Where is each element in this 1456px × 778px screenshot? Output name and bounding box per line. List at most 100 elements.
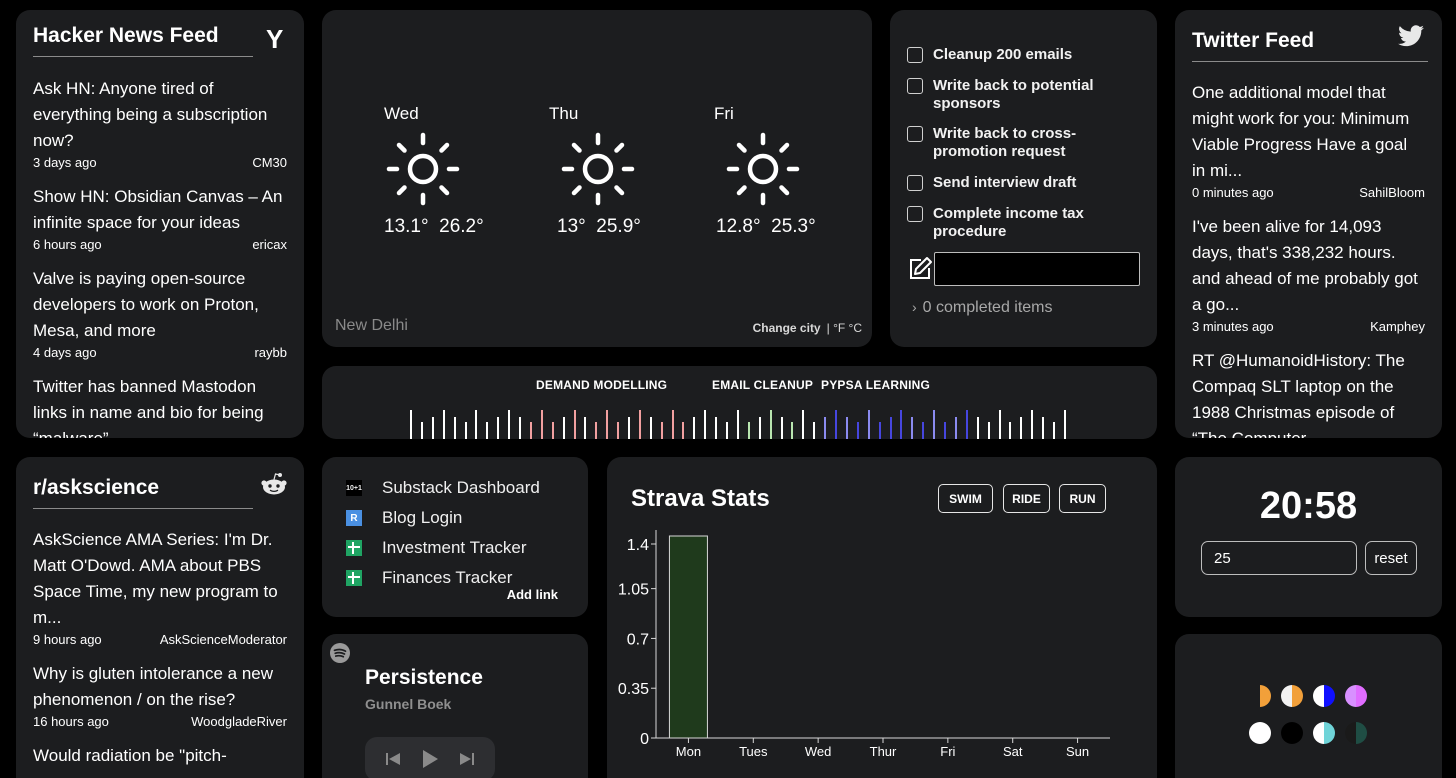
todo-item[interactable]: Write back to potential sponsors xyxy=(907,77,1113,113)
todo-input[interactable] xyxy=(934,252,1140,286)
x-tick-label: Tues xyxy=(739,744,768,759)
todo-checkbox[interactable] xyxy=(907,206,923,222)
sun-icon xyxy=(386,132,460,206)
hn-item-time: 4 days ago xyxy=(33,345,97,360)
timeline-tick xyxy=(726,422,728,439)
completed-toggle[interactable]: › 0 completed items xyxy=(912,299,1053,317)
timeline-tick xyxy=(1020,417,1022,439)
reset-button[interactable]: reset xyxy=(1365,541,1417,575)
timeline-tick xyxy=(606,410,608,439)
link-finances-tracker[interactable]: Finances Tracker xyxy=(346,568,512,588)
strava-card: Strava Stats SWIM RIDE RUN 0 0.35 0.7 1.05 1… xyxy=(607,457,1157,778)
y-tick-label: 1.05 xyxy=(618,582,649,599)
theme-swatch[interactable] xyxy=(1345,722,1367,744)
todo-checkbox[interactable] xyxy=(907,78,923,94)
timeline-tick xyxy=(650,417,652,439)
song-artist: Gunnel Boek xyxy=(365,696,452,712)
hn-item-title[interactable]: Valve is paying open-source developers t… xyxy=(33,266,287,344)
tweet-author: Kamphey xyxy=(1370,319,1425,334)
reddit-item[interactable]: Would radiation be "pitch- xyxy=(33,743,287,769)
tweet-item[interactable]: I've been alive for 14,093 days, that's … xyxy=(1192,214,1425,334)
timeline-tick xyxy=(486,422,488,439)
todo-checkbox[interactable] xyxy=(907,175,923,191)
reddit-item-title[interactable]: Why is gluten intolerance a new phenomen… xyxy=(33,661,287,713)
timeline-tick xyxy=(933,410,935,439)
timeline-tick xyxy=(759,417,761,439)
spotify-card: Persistence Gunnel Boek xyxy=(322,634,588,778)
twitter-bird-icon[interactable] xyxy=(1398,25,1424,47)
add-link-button[interactable]: Add link xyxy=(507,587,558,602)
link-blog-login[interactable]: R Blog Login xyxy=(346,508,462,528)
reddit-card: r/askscience AskScience AMA Series: I'm … xyxy=(16,457,304,778)
reddit-item[interactable]: Why is gluten intolerance a new phenomen… xyxy=(33,661,287,729)
timeline-tick xyxy=(748,422,750,439)
theme-swatch[interactable] xyxy=(1313,722,1335,744)
weather-day: Thu 13° 25.9° xyxy=(549,104,689,238)
timeline-tick xyxy=(944,422,946,439)
theme-swatch[interactable] xyxy=(1281,685,1303,707)
reddit-item-title[interactable]: Would radiation be "pitch- xyxy=(33,743,287,769)
tweet-text[interactable]: I've been alive for 14,093 days, that's … xyxy=(1192,214,1425,318)
previous-icon[interactable] xyxy=(385,752,401,766)
todo-checkbox[interactable] xyxy=(907,126,923,142)
timeline-tick xyxy=(595,422,597,439)
timeline-tick xyxy=(541,410,543,439)
hn-item[interactable]: Show HN: Obsidian Canvas – An infinite s… xyxy=(33,184,287,252)
weather-day: Wed 13.1° 26.2° xyxy=(384,104,524,238)
reddit-alien-icon[interactable] xyxy=(260,472,288,496)
hn-item[interactable]: Ask HN: Anyone tired of everything being… xyxy=(33,76,287,170)
edit-icon[interactable] xyxy=(907,256,933,282)
timeline-tick xyxy=(628,417,630,439)
unit-toggle[interactable]: | °F °C xyxy=(827,321,862,335)
tweet-item[interactable]: One additional model that might work for… xyxy=(1192,80,1425,200)
y-tick-label: 0 xyxy=(640,731,649,748)
todo-item[interactable]: Complete income tax procedure xyxy=(907,205,1113,241)
theme-swatch[interactable] xyxy=(1345,685,1367,707)
theme-swatch[interactable] xyxy=(1281,722,1303,744)
twitter-title: Twitter Feed xyxy=(1192,29,1428,62)
x-tick-label: Mon xyxy=(676,744,701,759)
theme-swatch[interactable] xyxy=(1249,685,1271,707)
timeline-tick xyxy=(900,410,902,439)
timeline-tick xyxy=(846,417,848,439)
hn-item[interactable]: Twitter has banned Mastodon links in nam… xyxy=(33,374,287,438)
temp-low: 13.1° xyxy=(384,216,429,237)
y-combinator-icon[interactable]: Y xyxy=(266,24,283,55)
tweet-item[interactable]: RT @HumanoidHistory: The Compaq SLT lapt… xyxy=(1192,348,1425,438)
chevron-right-icon: › xyxy=(912,299,917,315)
reddit-item-author: WoodgladeRiver xyxy=(191,714,287,729)
tweet-text[interactable]: One additional model that might work for… xyxy=(1192,80,1425,184)
hn-item-time: 3 days ago xyxy=(33,155,97,170)
weather-card: Wed 13.1° 26.2° Thu 13° 25.9° Fri 12.8° … xyxy=(322,10,872,347)
reddit-item-title[interactable]: AskScience AMA Series: I'm Dr. Matt O'Do… xyxy=(33,527,287,631)
todo-item[interactable]: Write back to cross-promotion request xyxy=(907,125,1113,161)
todo-card: Cleanup 200 emails Write back to potenti… xyxy=(890,10,1157,347)
tweet-text[interactable]: RT @HumanoidHistory: The Compaq SLT lapt… xyxy=(1192,348,1425,438)
todo-item[interactable]: Cleanup 200 emails xyxy=(907,46,1113,64)
next-icon[interactable] xyxy=(459,752,475,766)
change-city-link[interactable]: Change city xyxy=(753,321,821,335)
todo-item[interactable]: Send interview draft xyxy=(907,174,1113,192)
hn-item-title[interactable]: Show HN: Obsidian Canvas – An infinite s… xyxy=(33,184,287,236)
tweet-time: 0 minutes ago xyxy=(1192,185,1274,200)
hn-item-title[interactable]: Twitter has banned Mastodon links in nam… xyxy=(33,374,287,438)
theme-swatch[interactable] xyxy=(1249,722,1271,744)
link-substack[interactable]: 10+1 Substack Dashboard xyxy=(346,478,540,498)
reddit-item[interactable]: AskScience AMA Series: I'm Dr. Matt O'Do… xyxy=(33,527,287,647)
play-icon[interactable] xyxy=(421,749,439,769)
theme-swatch[interactable] xyxy=(1313,685,1335,707)
todo-text: Cleanup 200 emails xyxy=(933,46,1073,63)
timeline-tick xyxy=(584,417,586,439)
sun-icon xyxy=(561,132,635,206)
bar[interactable] xyxy=(668,535,708,739)
hn-item[interactable]: Valve is paying open-source developers t… xyxy=(33,266,287,360)
timeline-tick xyxy=(693,417,695,439)
timeline-tick xyxy=(421,422,423,439)
timeline-tick xyxy=(443,410,445,439)
todo-checkbox[interactable] xyxy=(907,47,923,63)
link-label: Blog Login xyxy=(382,508,463,527)
link-investment-tracker[interactable]: Investment Tracker xyxy=(346,538,527,558)
hn-item-title[interactable]: Ask HN: Anyone tired of everything being… xyxy=(33,76,287,154)
timeline-tick xyxy=(1042,417,1044,439)
timer-minutes-input[interactable]: 25 xyxy=(1201,541,1357,575)
